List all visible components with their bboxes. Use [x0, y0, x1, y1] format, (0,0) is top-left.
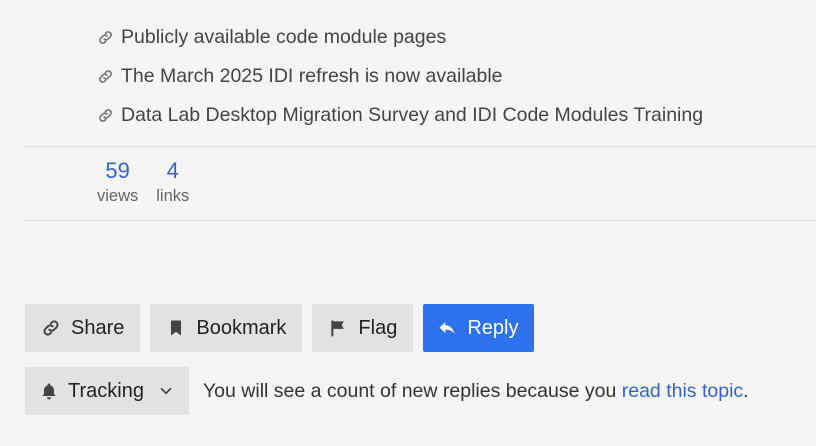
reply-icon — [437, 318, 457, 338]
flag-button[interactable]: Flag — [312, 304, 414, 352]
bookmark-label: Bookmark — [196, 316, 287, 339]
linked-topic-item[interactable]: The March 2025 IDI refresh is now availa… — [97, 57, 703, 96]
divider — [25, 146, 816, 147]
topic-actions: Share Bookmark Flag Reply — [25, 304, 535, 352]
flag-icon — [328, 318, 348, 338]
topic-stats: 59 views 4 links — [97, 158, 189, 208]
tracking-reason-prefix: You will see a count of new replies beca… — [202, 379, 622, 402]
divider — [25, 220, 816, 221]
bookmark-icon — [166, 318, 186, 338]
link-icon — [97, 29, 114, 46]
tracking-reason: You will see a count of new replies beca… — [203, 380, 749, 403]
tracking-label: Tracking — [68, 379, 144, 402]
link-icon — [97, 68, 114, 85]
links-count[interactable]: 4 — [167, 158, 179, 184]
flag-label: Flag — [358, 316, 398, 339]
views-stat: 59 views — [97, 158, 138, 208]
links-label: links — [156, 187, 190, 205]
share-label: Share — [71, 316, 125, 339]
tracking-dropdown[interactable]: Tracking — [25, 367, 189, 415]
link-icon — [97, 107, 114, 124]
chevron-down-icon — [157, 382, 175, 400]
views-count: 59 — [105, 158, 130, 183]
linked-topic-title[interactable]: Publicly available code module pages — [121, 26, 446, 49]
link-icon — [41, 318, 61, 338]
linked-topic-item[interactable]: Publicly available code module pages — [97, 18, 703, 57]
linked-topic-title[interactable]: Data Lab Desktop Migration Survey and ID… — [121, 104, 703, 127]
views-label: views — [97, 187, 139, 205]
reply-label: Reply — [467, 316, 519, 339]
reply-button[interactable]: Reply — [423, 304, 535, 352]
read-this-topic-link[interactable]: read this topic — [622, 380, 743, 402]
bell-icon — [39, 381, 59, 401]
tracking-reason-suffix: . — [743, 379, 749, 402]
share-button[interactable]: Share — [25, 304, 141, 352]
bookmark-button[interactable]: Bookmark — [150, 304, 303, 352]
linked-topic-item[interactable]: Data Lab Desktop Migration Survey and ID… — [97, 96, 703, 135]
notification-tracking: Tracking You will see a count of new rep… — [25, 367, 749, 415]
linked-topics-list: Publicly available code module pages The… — [97, 18, 703, 135]
topic-footer: Publicly available code module pages The… — [0, 0, 816, 446]
links-stat[interactable]: 4 links — [156, 158, 189, 208]
linked-topic-title[interactable]: The March 2025 IDI refresh is now availa… — [121, 65, 503, 88]
